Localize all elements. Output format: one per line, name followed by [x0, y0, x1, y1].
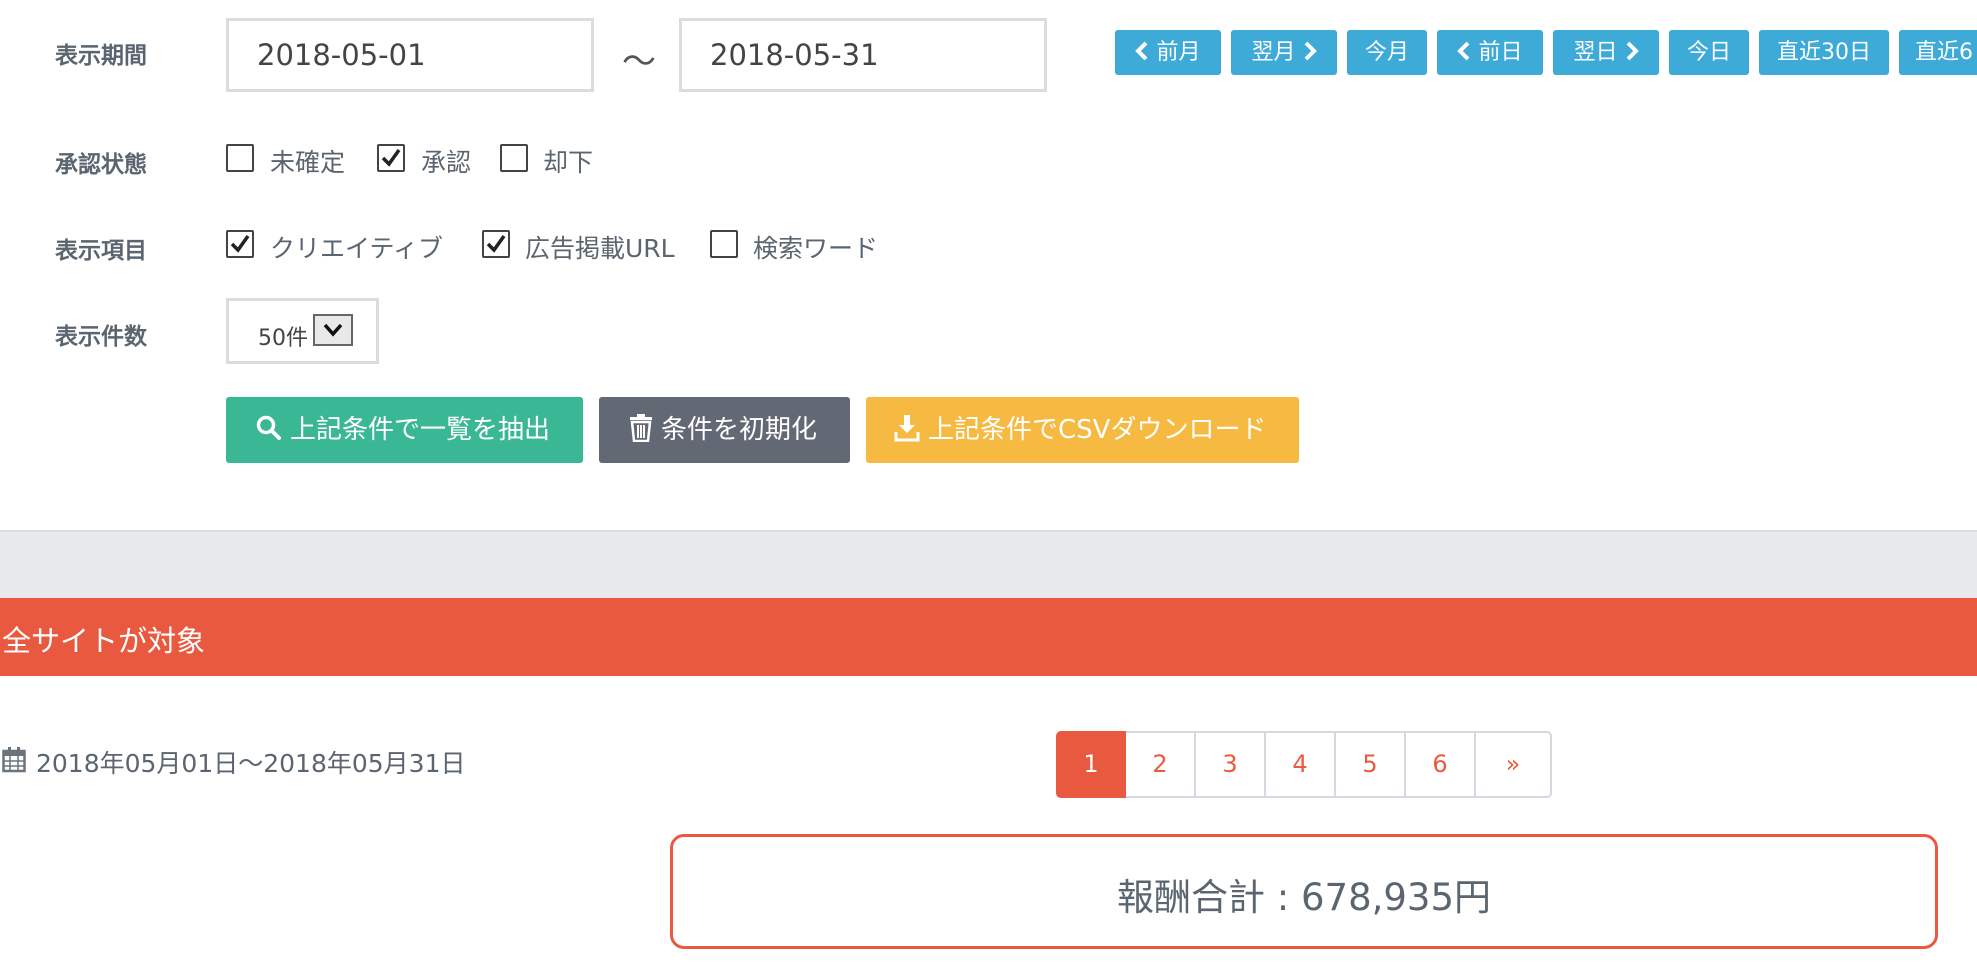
calendar-icon: [2, 747, 26, 773]
target-banner: 全サイトが対象: [0, 598, 1977, 676]
date-to-input[interactable]: 2018-05-31: [679, 18, 1047, 92]
next-day-label: 翌日: [1573, 40, 1618, 65]
approval-approved-checkbox[interactable]: [377, 144, 405, 172]
checkmark-icon: [230, 234, 250, 253]
next-month-button[interactable]: 翌月: [1231, 30, 1337, 75]
approval-rejected-checkbox[interactable]: [500, 144, 528, 172]
page-3-button[interactable]: 3: [1196, 731, 1266, 798]
this-month-button[interactable]: 今月: [1347, 30, 1427, 75]
search-button[interactable]: 上記条件で一覧を抽出: [226, 397, 583, 463]
reward-total-text: 報酬合計 : 678,935円: [1117, 876, 1491, 919]
download-icon: [894, 415, 920, 442]
chevron-left-icon: [1457, 41, 1470, 61]
trash-icon: [630, 414, 652, 443]
display-creative-checkbox[interactable]: [226, 230, 254, 258]
search-icon: [256, 415, 281, 440]
approval-rejected-label: 却下: [543, 148, 594, 177]
search-button-label: 上記条件で一覧を抽出: [290, 415, 551, 445]
today-button[interactable]: 今日: [1669, 30, 1749, 75]
approval-unconfirmed-label: 未確定: [270, 148, 346, 177]
period-label: 表示期間: [55, 43, 147, 69]
display-keyword-checkbox[interactable]: [710, 230, 738, 258]
count-select[interactable]: 50件: [226, 298, 379, 364]
approval-label: 承認状態: [55, 152, 147, 178]
prev-month-button[interactable]: 前月: [1115, 30, 1221, 75]
page-4-button[interactable]: 4: [1266, 731, 1336, 798]
prev-month-label: 前月: [1156, 40, 1201, 65]
prev-day-label: 前日: [1478, 40, 1523, 65]
date-from-input[interactable]: 2018-05-01: [226, 18, 594, 92]
display-creative-label: クリエイティブ: [270, 234, 444, 263]
next-day-button[interactable]: 翌日: [1553, 30, 1659, 75]
display-url-checkbox[interactable]: [482, 230, 510, 258]
reset-button-label: 条件を初期化: [661, 415, 818, 445]
checkmark-icon: [486, 234, 506, 253]
last30-button[interactable]: 直近30日: [1759, 30, 1889, 75]
page-next-button[interactable]: »: [1476, 731, 1552, 798]
count-label: 表示件数: [55, 324, 147, 350]
result-date-range: 2018年05月01日〜2018年05月31日: [36, 749, 466, 778]
chevron-right-icon: [1626, 41, 1639, 61]
last-partial-button[interactable]: 直近6: [1899, 30, 1977, 75]
reset-button[interactable]: 条件を初期化: [599, 397, 850, 463]
approval-approved-label: 承認: [421, 148, 472, 177]
csv-button-label: 上記条件でCSVダウンロード: [928, 415, 1267, 445]
display-items-label: 表示項目: [55, 238, 147, 264]
page-5-button[interactable]: 5: [1336, 731, 1406, 798]
checkmark-icon: [381, 148, 401, 167]
approval-unconfirmed-checkbox[interactable]: [226, 144, 254, 172]
chevron-left-icon: [1135, 41, 1148, 61]
page-6-button[interactable]: 6: [1406, 731, 1476, 798]
target-banner-text: 全サイトが対象: [2, 624, 206, 658]
count-select-value: 50件: [258, 326, 308, 351]
display-keyword-label: 検索ワード: [753, 234, 879, 263]
page-2-button[interactable]: 2: [1126, 731, 1196, 798]
prev-day-button[interactable]: 前日: [1437, 30, 1543, 75]
next-month-label: 翌月: [1251, 40, 1296, 65]
chevron-right-icon: [1304, 41, 1317, 61]
page-1-button[interactable]: 1: [1056, 731, 1126, 798]
section-separator: [0, 530, 1977, 598]
chevron-down-icon: [313, 314, 353, 346]
reward-total-box: 報酬合計 : 678,935円: [670, 834, 1938, 949]
csv-download-button[interactable]: 上記条件でCSVダウンロード: [866, 397, 1299, 463]
display-url-label: 広告掲載URL: [525, 234, 675, 263]
date-separator: 〜: [622, 42, 656, 82]
